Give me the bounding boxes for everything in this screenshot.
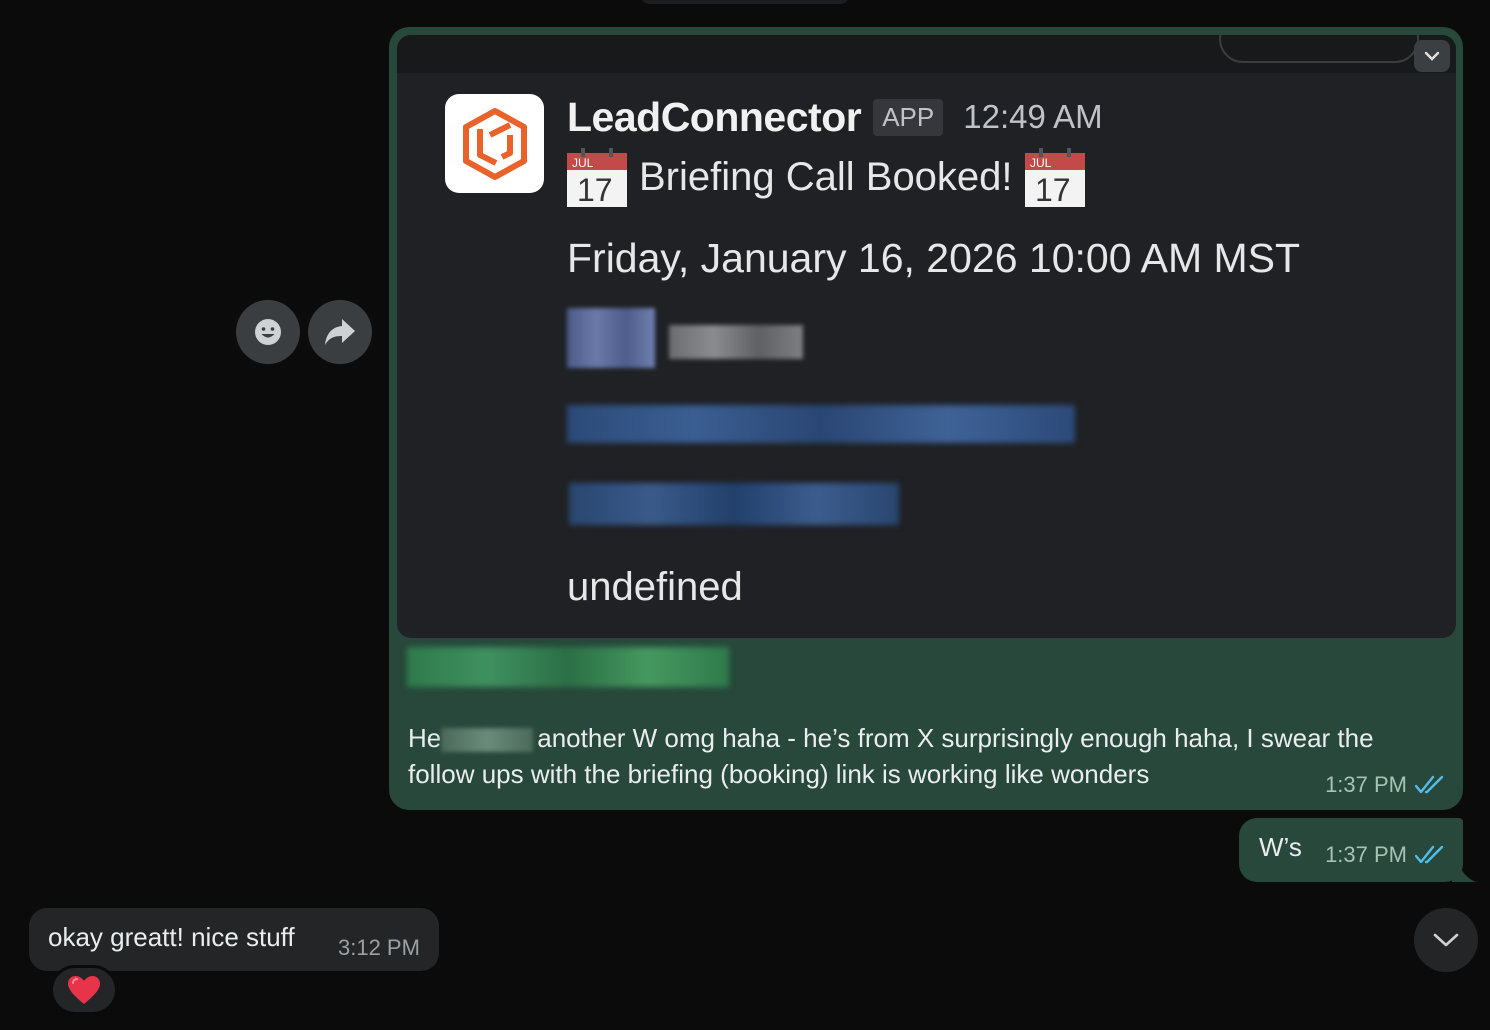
booking-datetime: Friday, January 16, 2026 10:00 AM MST bbox=[567, 235, 1301, 281]
calendar-day: 17 bbox=[577, 172, 613, 207]
message-time: 1:37 PM bbox=[1325, 842, 1407, 867]
incoming-message-bubble[interactable]: okay greatt! nice stuff 3:12 PM bbox=[29, 908, 439, 971]
headline-row: JUL 17 Briefing Call Booked! JUL 17 bbox=[567, 147, 1085, 207]
redacted-phone bbox=[569, 483, 899, 525]
double-check-icon bbox=[1415, 775, 1444, 794]
undefined-field: undefined bbox=[567, 565, 743, 609]
redacted-name-part bbox=[567, 308, 655, 368]
redacted-link bbox=[407, 647, 729, 687]
redacted-name-part bbox=[669, 325, 803, 359]
scroll-to-bottom-button[interactable] bbox=[1414, 908, 1478, 972]
smiley-icon bbox=[255, 319, 281, 345]
react-button[interactable] bbox=[236, 300, 300, 364]
leadconnector-logo bbox=[445, 94, 544, 193]
previous-message-stub bbox=[640, 0, 850, 4]
sender-name[interactable]: LeadConnector bbox=[567, 94, 862, 141]
message-meta: 1:37 PM bbox=[1325, 842, 1445, 868]
forward-button[interactable] bbox=[308, 300, 372, 364]
outgoing-message-bubble-ws[interactable]: W’s 1:37 PM bbox=[1239, 818, 1463, 882]
double-check-icon bbox=[1415, 845, 1444, 864]
chevron-down-icon bbox=[1433, 933, 1459, 947]
header-pill bbox=[1219, 35, 1419, 63]
app-badge: APP bbox=[873, 98, 944, 136]
heart-icon bbox=[68, 976, 100, 1004]
card-timestamp: 12:49 AM bbox=[963, 98, 1103, 135]
message-text-rest: another W omg haha - he’s from X surpris… bbox=[408, 723, 1374, 789]
card-header-bar bbox=[397, 35, 1456, 73]
outgoing-message-bubble[interactable]: LeadConnector APP 12:49 AM JUL 17 Briefi… bbox=[389, 27, 1463, 810]
message-text: He another W omg haha - he’s from X surpr… bbox=[408, 720, 1428, 792]
message-text: okay greatt! nice stuff bbox=[48, 922, 295, 952]
message-text: W’s bbox=[1259, 832, 1302, 862]
booking-headline: Briefing Call Booked! bbox=[639, 154, 1013, 199]
redacted-email bbox=[567, 405, 1075, 443]
sender-row: LeadConnector APP 12:49 AM bbox=[567, 93, 1103, 141]
message-menu-button[interactable] bbox=[1414, 40, 1450, 72]
message-meta: 1:37 PM bbox=[1325, 772, 1445, 798]
calendar-month: JUL bbox=[572, 156, 594, 170]
chevron-down-icon bbox=[1424, 51, 1440, 61]
forward-arrow-icon bbox=[325, 319, 355, 345]
message-time: 1:37 PM bbox=[1325, 772, 1407, 797]
calendar-icon: JUL 17 bbox=[1024, 148, 1085, 207]
calendar-day: 17 bbox=[1035, 172, 1071, 207]
message-time: 3:12 PM bbox=[338, 935, 420, 960]
leadconnector-logo-icon bbox=[462, 107, 527, 180]
heart-reaction[interactable] bbox=[50, 965, 118, 1015]
forwarded-notification-card[interactable]: LeadConnector APP 12:49 AM JUL 17 Briefi… bbox=[397, 35, 1456, 638]
redacted-word bbox=[441, 728, 534, 753]
message-text-start: He bbox=[408, 723, 442, 753]
calendar-icon: JUL 17 bbox=[567, 148, 627, 207]
calendar-month: JUL bbox=[1030, 156, 1052, 170]
